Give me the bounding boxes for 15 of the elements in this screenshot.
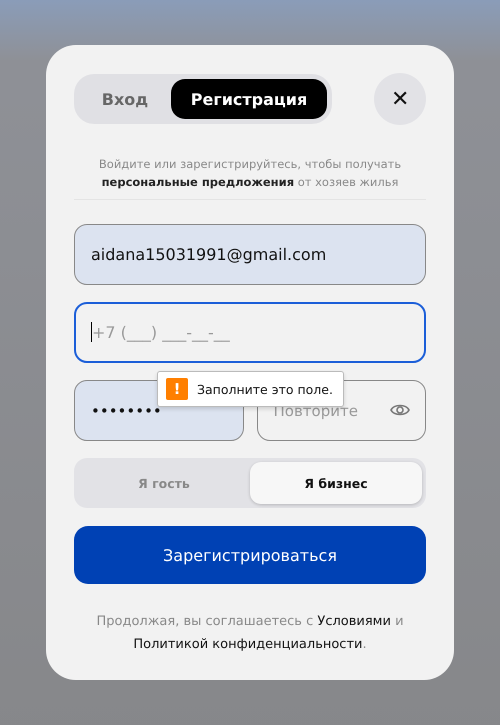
register-button[interactable]: Зарегистрироваться (74, 526, 426, 584)
terms-text: Продолжая, вы соглашаетесь с (96, 614, 314, 629)
input-field[interactable]: aidana15031991@gmail.com (74, 224, 426, 285)
tab[interactable]: Вход (79, 79, 171, 119)
terms-text: и (395, 614, 404, 629)
terms-link[interactable]: Условиями (317, 614, 391, 629)
role-option[interactable]: Я бизнес (250, 462, 422, 504)
input-field[interactable]: +7 (___) ___-__-__ (74, 302, 426, 363)
terms-text: . (362, 637, 367, 652)
warning-icon: ! (166, 378, 188, 400)
subtitle: Войдите или зарегистрируйтесь, чтобы получать персональные предложения от хозяев жилья (98, 156, 402, 191)
close-button[interactable]: ✕ (374, 73, 426, 125)
privacy-link[interactable]: Политикой конфиденциальности (133, 637, 362, 652)
tab[interactable]: Регистрация (171, 79, 327, 119)
eye-icon[interactable] (390, 403, 410, 417)
